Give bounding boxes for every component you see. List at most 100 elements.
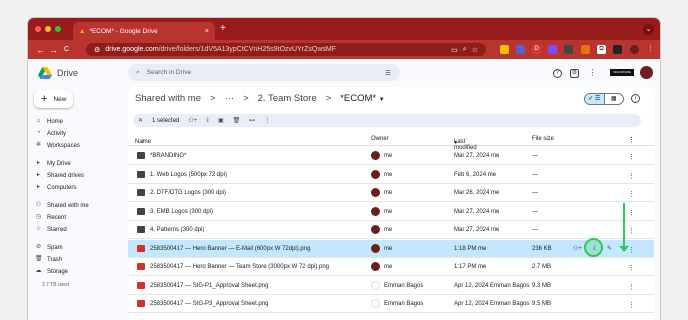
column-file-size[interactable]: File size	[532, 136, 554, 142]
app-name: Drive	[57, 68, 79, 78]
table-row[interactable]: 3. EMB Logos (300 dpi) me Mar 27, 2024 me —…	[128, 203, 654, 221]
file-name[interactable]: 2583500417 — SIG-P1_Approval Sheet.png	[150, 283, 268, 289]
sidebar-item-storage[interactable]: ☁ Storage	[35, 268, 69, 275]
breadcrumb-team-store[interactable]: 2. Team Store	[258, 93, 317, 104]
share-person-icon[interactable]: ⚇+	[188, 117, 197, 124]
sidebar-item-shared-with-me[interactable]: ⚇ Shared with me	[35, 202, 89, 209]
settings-gear-icon[interactable]: ⚙	[570, 69, 579, 78]
new-button-label: New	[53, 95, 67, 103]
extension-1-icon[interactable]	[500, 45, 509, 54]
sidebar-item-spam[interactable]: ⊘ Spam	[35, 244, 63, 251]
breadcrumb-ellipsis[interactable]: ···	[225, 93, 235, 104]
copy-link-icon[interactable]: ⊷	[249, 117, 255, 124]
sidebar-item-label: Workspaces	[47, 142, 80, 149]
file-name[interactable]: 3. EMB Logos (300 dpi)	[150, 209, 213, 215]
sidebar-item-starred[interactable]: ☆ Starred	[35, 226, 67, 233]
file-name[interactable]: 2. DTF/DTG Logos (300 dpi)	[150, 190, 226, 196]
row-more-icon[interactable]: ⋮	[628, 301, 635, 309]
file-name[interactable]: 2583500417 — SIG-P3_Approval Sheet.png	[150, 301, 268, 307]
file-name[interactable]: 2583500417 — Hero Banner — Team Store (3…	[150, 264, 329, 270]
move-icon[interactable]: ▣	[218, 117, 224, 124]
sidebar-item-trash[interactable]: 🗑 Trash	[35, 256, 62, 263]
reload-button[interactable]: C	[60, 46, 73, 53]
search-input[interactable]: ⌕ Search in Drive ☰	[128, 64, 400, 81]
details-info-icon[interactable]: i	[631, 94, 640, 103]
row-more-icon[interactable]: ⋮	[628, 227, 635, 235]
sidebar-item-home[interactable]: ⌂ Home	[35, 118, 63, 125]
clear-selection-icon[interactable]: ✕	[138, 117, 143, 124]
account-avatar[interactable]	[640, 66, 653, 79]
sidebar-item-computers[interactable]: ▸ Computers	[35, 184, 76, 191]
extension-3-icon[interactable]: D	[532, 45, 541, 54]
row-more-icon[interactable]: ⋮	[628, 172, 635, 180]
file-name[interactable]: 1. Web Logos (500px 72 dpi)	[150, 172, 227, 178]
browser-tab[interactable]: ▲ *ECOM* - Google Drive ×	[73, 22, 215, 40]
download-icon[interactable]: ⤓	[206, 117, 209, 124]
row-more-icon[interactable]: ⋮	[628, 209, 635, 217]
column-options-icon[interactable]: ⋮	[628, 136, 635, 144]
search-options-icon[interactable]: ☰	[385, 69, 391, 77]
shared-icon: ⚇	[35, 202, 42, 208]
grid-view-button[interactable]: ▦	[605, 94, 624, 104]
file-owner: me	[384, 190, 393, 196]
extension-4-icon[interactable]	[548, 45, 557, 54]
back-button[interactable]: ←	[34, 45, 47, 55]
file-modified: Apr 12, 2024 Emman Bagos	[454, 301, 530, 307]
new-tab-button[interactable]: +	[220, 23, 226, 35]
file-name[interactable]: 4. Patterns (300 dpi)	[150, 227, 204, 233]
table-row[interactable]: 2583500417 — Hero Banner — Team Store (3…	[128, 258, 654, 276]
row-more-icon[interactable]: ⋮	[628, 153, 635, 161]
list-view-button[interactable]: ✓ ☰	[585, 94, 605, 104]
activity-icon: ◔	[36, 130, 41, 136]
column-owner[interactable]: Owner	[371, 136, 389, 142]
browser-menu-icon[interactable]: ⋮	[646, 45, 655, 54]
table-row[interactable]: 4. Patterns (300 dpi) me Mar 27, 2024 me — ⋮	[128, 221, 654, 239]
sidebar-item-label: My Drive	[47, 160, 71, 167]
close-tab-icon[interactable]: ×	[205, 28, 209, 35]
url-field[interactable]: ⚙ drive.google.com/drive/folders/1dV5A13…	[86, 43, 486, 56]
extensions-puzzle-icon[interactable]: ⧉	[597, 45, 606, 54]
help-icon[interactable]: ?	[553, 69, 562, 78]
close-window-button[interactable]	[35, 26, 41, 32]
minimize-window-button[interactable]	[45, 26, 51, 32]
row-more-icon[interactable]: ⋮	[628, 190, 635, 198]
tab-search-icon[interactable]: ⌄	[643, 24, 654, 35]
extension-5-icon[interactable]	[564, 45, 573, 54]
row-more-icon[interactable]: ⋮	[628, 264, 635, 272]
more-actions-icon[interactable]: ⋮	[264, 117, 270, 124]
apps-grid-icon[interactable]: ⋮	[588, 69, 597, 78]
rename-icon[interactable]: ✎	[607, 245, 612, 252]
file-name[interactable]: *BRANDING*	[150, 153, 186, 159]
site-info-icon[interactable]: ⚙	[94, 46, 100, 54]
table-row[interactable]: 1. Web Logos (500px 72 dpi) me Feb 6, 2024…	[128, 166, 654, 184]
table-row[interactable]: 2583500417 — Hero Banner — E-Mail (600px…	[128, 237, 654, 258]
new-button[interactable]: + New	[34, 90, 73, 108]
sidebar-item-activity[interactable]: ◔ Activity	[35, 130, 66, 137]
extension-2-icon[interactable]	[516, 45, 525, 54]
file-name[interactable]: 2583500417 — Hero Banner — E-Mail (600px…	[150, 246, 310, 252]
bookmark-star-icon[interactable]: ☆	[472, 46, 478, 54]
sidebar-item-my-drive[interactable]: ▸ My Drive	[35, 160, 71, 167]
breadcrumb-current-folder[interactable]: *ECOM* ▼	[340, 93, 385, 104]
drive-logo-icon[interactable]	[38, 67, 52, 79]
table-row[interactable]: *BRANDING* me Mar 27, 2024 me — ⋮	[128, 147, 654, 165]
zoom-icon[interactable]: ⌕	[463, 46, 467, 54]
table-row[interactable]: 2583500417 — SIG-P1_Approval Sheet.png Em…	[128, 277, 654, 295]
breadcrumb-shared-with-me[interactable]: Shared with me	[135, 93, 201, 104]
row-more-icon[interactable]: ⋮	[628, 283, 635, 291]
extension-7-icon[interactable]	[613, 45, 622, 54]
profile-avatar[interactable]	[630, 45, 639, 54]
table-row[interactable]: 2583500417 — SIG-P3_Approval Sheet.png Em…	[128, 295, 654, 313]
cast-icon[interactable]: ▭	[451, 46, 458, 54]
row-more-icon[interactable]: ⋮	[628, 246, 635, 254]
share-icon[interactable]: ⚇+	[573, 245, 582, 252]
extension-6-icon[interactable]	[581, 45, 590, 54]
table-row[interactable]: 2. DTF/DTG Logos (300 dpi) me Mar 26, 2024…	[128, 184, 654, 202]
trash-icon[interactable]: 🗑	[233, 117, 241, 124]
sort-arrow-icon[interactable]: ↑	[141, 139, 144, 145]
forward-button[interactable]: →	[47, 45, 60, 55]
sidebar-item-shared-drives[interactable]: ▸ Shared drives	[35, 172, 84, 179]
sidebar-item-workspaces[interactable]: ✲ Workspaces	[35, 142, 80, 149]
maximize-window-button[interactable]	[55, 26, 61, 32]
sidebar-item-recent[interactable]: ◷ Recent	[35, 214, 66, 221]
